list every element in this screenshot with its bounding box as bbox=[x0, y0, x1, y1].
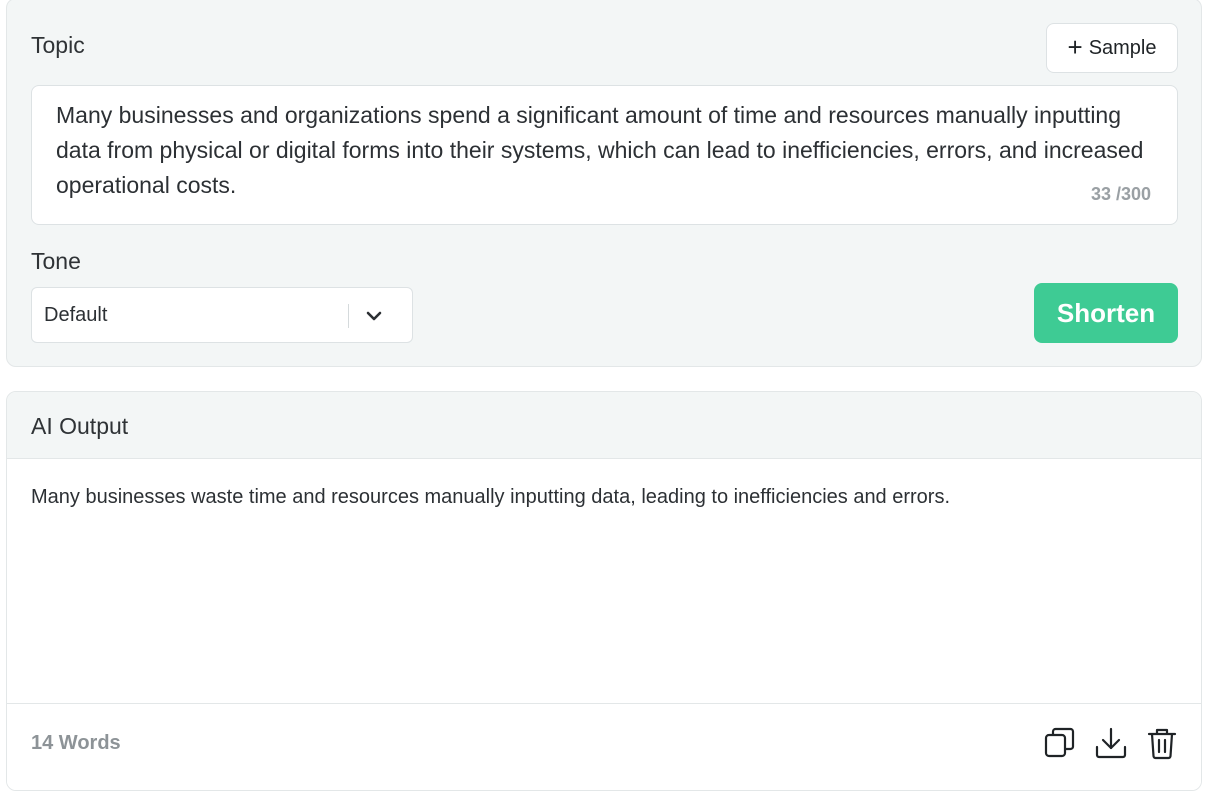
output-footer: 14 Words bbox=[7, 703, 1201, 790]
shorten-button[interactable]: Shorten bbox=[1034, 283, 1178, 343]
download-icon[interactable] bbox=[1094, 726, 1128, 760]
word-count: 14 Words bbox=[31, 732, 121, 754]
sample-button-label: Sample bbox=[1088, 36, 1157, 59]
tone-select[interactable]: Default bbox=[31, 287, 413, 343]
topic-textarea[interactable]: Many businesses and organizations spend … bbox=[31, 85, 1178, 225]
tone-label: Tone bbox=[31, 248, 81, 274]
input-panel: Topic + Sample Many businesses and organ… bbox=[6, 0, 1202, 367]
select-divider bbox=[348, 304, 349, 328]
output-title: AI Output bbox=[31, 413, 129, 439]
sample-button[interactable]: + Sample bbox=[1046, 23, 1178, 73]
output-header: AI Output bbox=[7, 392, 1201, 459]
character-count: 33 /300 bbox=[1090, 184, 1151, 204]
trash-icon[interactable] bbox=[1145, 726, 1179, 760]
topic-label: Topic bbox=[31, 32, 85, 58]
copy-icon[interactable] bbox=[1043, 726, 1077, 760]
output-panel: AI Output Many businesses waste time and… bbox=[6, 391, 1202, 791]
output-text: Many businesses waste time and resources… bbox=[31, 486, 951, 508]
tone-selected-value: Default bbox=[44, 304, 108, 326]
plus-icon: + bbox=[1067, 32, 1083, 62]
chevron-down-icon[interactable] bbox=[363, 305, 385, 327]
topic-text: Many businesses and organizations spend … bbox=[56, 102, 1144, 198]
